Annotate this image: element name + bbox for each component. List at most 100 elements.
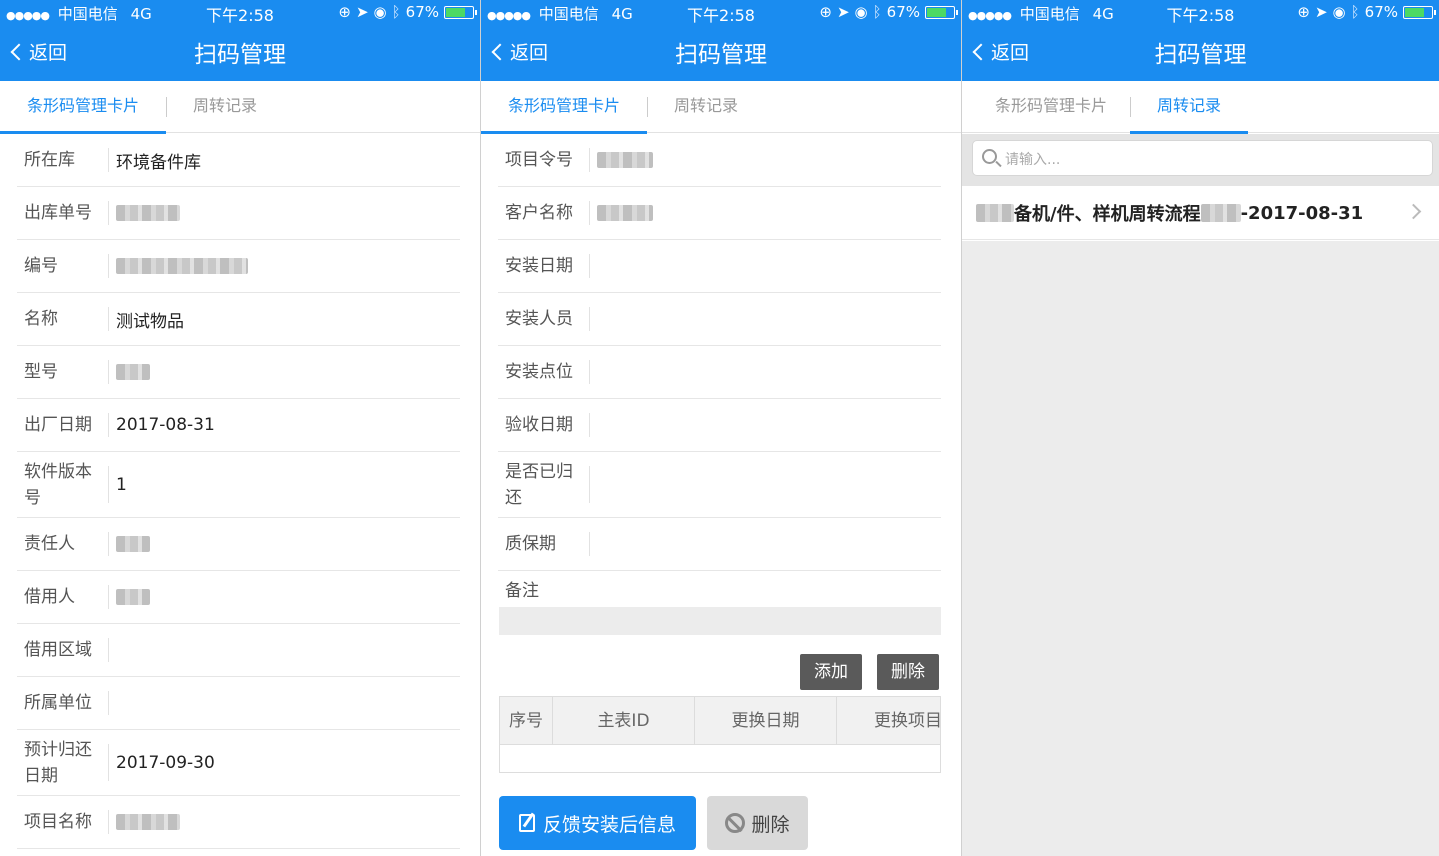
field-value-redacted [116, 518, 150, 570]
tab-bar: 条形码管理卡片 周转记录 [0, 81, 480, 134]
bluetooth-icon: ᛒ [1350, 3, 1360, 21]
search-input[interactable]: 请输入... [972, 140, 1433, 176]
field-label: 借用人 [24, 587, 75, 607]
redacted-value [116, 364, 150, 380]
nav-bar: 返回 扫码管理 [481, 24, 961, 81]
column-header: 更换项目 [874, 711, 941, 731]
form-row: 名称 测试物品 [17, 293, 460, 346]
field-value-redacted [116, 187, 180, 239]
redacted-value [116, 589, 150, 605]
field-label: 项目令号 [505, 150, 573, 170]
top-bar: ●●●●● 中国电信 4G 下午2:58 ⊕ ➤ ◉ ᛒ 67% 返回 扫码管理 [962, 0, 1439, 81]
bluetooth-icon: ᛒ [391, 3, 401, 21]
feedback-button[interactable]: 反馈安装后信息 [499, 796, 696, 850]
add-button[interactable]: 添加 [800, 654, 862, 690]
form-row: 责任人 [17, 518, 460, 571]
form-row: 项目名称 [17, 796, 460, 849]
field-value-redacted [116, 796, 180, 848]
column-header: 更换日期 [695, 697, 837, 745]
tab-card[interactable]: 条形码管理卡片 [481, 81, 647, 134]
field-value-redacted [116, 346, 150, 398]
field-value-redacted [597, 187, 653, 239]
panel-card-detail: ●●●●● 中国电信 4G 下午2:58 ⊕ ➤ ◉ ᛒ 67% 返回 扫码管理… [0, 0, 480, 856]
tab-records[interactable]: 周转记录 [168, 81, 282, 133]
field-label: 验收日期 [505, 415, 573, 435]
field-label: 所属单位 [24, 693, 92, 713]
location-icon: ➤ [836, 3, 850, 21]
replacement-table: 序号 主表ID 更换日期 更换项目 [499, 696, 941, 773]
alarm-icon: ◉ [854, 3, 868, 21]
field-value: 2017-09-30 [116, 752, 215, 773]
page-title: 扫码管理 [1154, 42, 1247, 68]
field-value: 环境备件库 [116, 152, 201, 173]
form-row: 安装日期 [498, 240, 941, 293]
field-label: 出库单号 [24, 203, 92, 223]
empty-list-area [962, 241, 1439, 856]
field-label: 是否已归还 [505, 461, 573, 508]
form-row: 是否已归还 [498, 452, 941, 518]
column-header: 主表ID [553, 697, 695, 745]
delete-label: 删除 [751, 813, 790, 836]
field-label: 所在库 [24, 150, 75, 170]
form-row: 安装人员 [498, 293, 941, 346]
battery-icon [1403, 5, 1436, 19]
tab-card[interactable]: 条形码管理卡片 [976, 81, 1126, 133]
tab-records[interactable]: 周转记录 [1130, 81, 1248, 134]
table-header: 序号 主表ID 更换日期 更换项目 [500, 697, 940, 745]
location-icon: ➤ [1314, 3, 1328, 21]
delete-button[interactable]: 删除 [707, 796, 808, 850]
form-row: 验收日期 [498, 399, 941, 452]
battery-percent: 67% [405, 3, 439, 21]
form-row: 型号 [17, 346, 460, 399]
field-label: 安装点位 [505, 362, 573, 382]
tab-bar: 条形码管理卡片 周转记录 [481, 81, 961, 134]
battery-icon [925, 5, 958, 19]
redacted-value [1200, 204, 1241, 222]
redacted-value [597, 152, 653, 168]
battery-percent: 67% [886, 3, 920, 21]
redacted-value [976, 204, 1014, 222]
form-row: 所在库 环境备件库 [17, 134, 460, 187]
form-row: 借用区域 [17, 624, 460, 677]
form-row-note: 备注 [498, 571, 941, 611]
tab-records[interactable]: 周转记录 [649, 81, 763, 133]
field-label: 客户名称 [505, 203, 573, 223]
field-label: 借用区域 [24, 640, 92, 660]
list-item[interactable]: 备机/件、样机周转流程 -2017-08-31 [962, 186, 1439, 240]
form-row: 编号 [17, 240, 460, 293]
field-label: 责任人 [24, 534, 75, 554]
form-list: 项目令号 客户名称 安装日期 安装人员 安装点位 验收日期 是否已归还 质保期 … [481, 134, 961, 611]
top-bar: ●●●●● 中国电信 4G 下午2:58 ⊕ ➤ ◉ ᛒ 67% 返回 扫码管理 [0, 0, 480, 81]
form-row: 质保期 [498, 518, 941, 571]
search-icon [982, 149, 997, 164]
form-row: 所属单位 [17, 677, 460, 730]
ban-icon [725, 813, 746, 833]
lock-rotation-icon: ⊕ [1297, 3, 1310, 21]
field-value-redacted [116, 571, 150, 623]
delete-row-button[interactable]: 删除 [877, 654, 939, 690]
feedback-label: 反馈安装后信息 [542, 813, 676, 836]
redacted-value [116, 258, 248, 274]
bluetooth-icon: ᛒ [872, 3, 882, 21]
field-value: 2017-08-31 [116, 415, 215, 435]
record-title: 备机/件、样机周转流程 [1014, 204, 1201, 225]
edit-icon [518, 814, 535, 832]
tab-card[interactable]: 条形码管理卡片 [0, 81, 166, 134]
status-bar: ●●●●● 中国电信 4G 下午2:58 ⊕ ➤ ◉ ᛒ 67% [962, 0, 1439, 25]
field-label: 项目名称 [24, 812, 92, 832]
redacted-value [116, 536, 150, 552]
note-input[interactable] [499, 607, 941, 635]
field-label: 名称 [24, 309, 58, 329]
panel-records: ●●●●● 中国电信 4G 下午2:58 ⊕ ➤ ◉ ᛒ 67% 返回 扫码管理… [962, 0, 1439, 856]
chevron-right-icon [1405, 203, 1422, 220]
redacted-value [116, 814, 180, 830]
field-label: 型号 [24, 362, 58, 382]
form-list: 所在库 环境备件库 出库单号 编号 名称 测试物品 型号 出厂日期 2017-0… [0, 134, 480, 849]
panel-card-install: ●●●●● 中国电信 4G 下午2:58 ⊕ ➤ ◉ ᛒ 67% 返回 扫码管理… [481, 0, 961, 856]
nav-bar: 返回 扫码管理 [962, 24, 1439, 81]
page-title: 扫码管理 [675, 42, 767, 68]
form-row: 出厂日期 2017-08-31 [17, 399, 460, 452]
form-row: 借用人 [17, 571, 460, 624]
field-value-redacted [597, 134, 653, 186]
form-row: 出库单号 [17, 187, 460, 240]
